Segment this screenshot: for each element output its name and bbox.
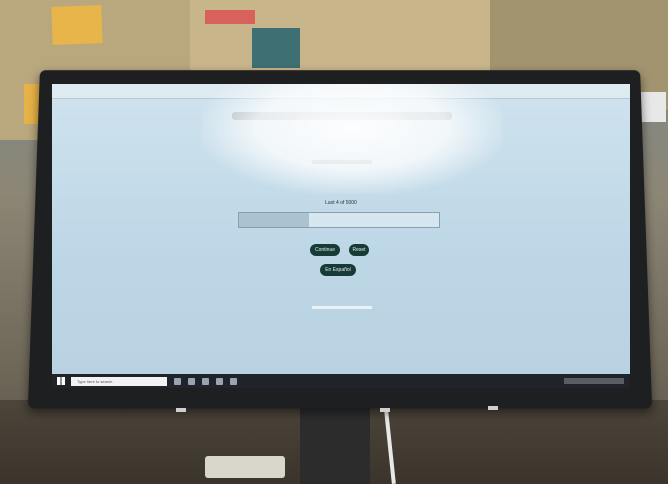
- taskbar-app-icon[interactable]: [188, 377, 195, 385]
- windows-start-icon[interactable]: [57, 377, 65, 385]
- progress-bar: [238, 212, 440, 228]
- sticky-note: [205, 10, 255, 24]
- taskbar-search-input[interactable]: Type here to search: [71, 376, 167, 386]
- sticky-note: [51, 5, 103, 45]
- power-strip: [205, 456, 285, 478]
- screen-glare: [202, 84, 502, 194]
- reset-button[interactable]: Reset: [349, 244, 369, 256]
- monitor-screen: Last 4 of 5000 Continue Reset En Español…: [52, 84, 630, 388]
- monitor-button: [380, 408, 390, 412]
- system-tray: [564, 378, 624, 384]
- taskbar-app-icon[interactable]: [216, 377, 223, 385]
- taskbar-app-icon[interactable]: [202, 377, 209, 385]
- taskbar-app-icon[interactable]: [174, 377, 181, 385]
- monitor-button: [176, 408, 186, 412]
- poster: [252, 28, 300, 68]
- progress-label: Last 4 of 5000: [325, 200, 357, 206]
- monitor-button: [488, 406, 498, 410]
- taskbar-app-icon[interactable]: [230, 377, 237, 385]
- progress-bar-fill: [239, 213, 309, 227]
- continue-button[interactable]: Continue: [310, 244, 340, 256]
- taskbar: Type here to search: [52, 374, 630, 388]
- espanol-button[interactable]: En Español: [320, 264, 356, 276]
- footer-text-blurred: [312, 306, 372, 309]
